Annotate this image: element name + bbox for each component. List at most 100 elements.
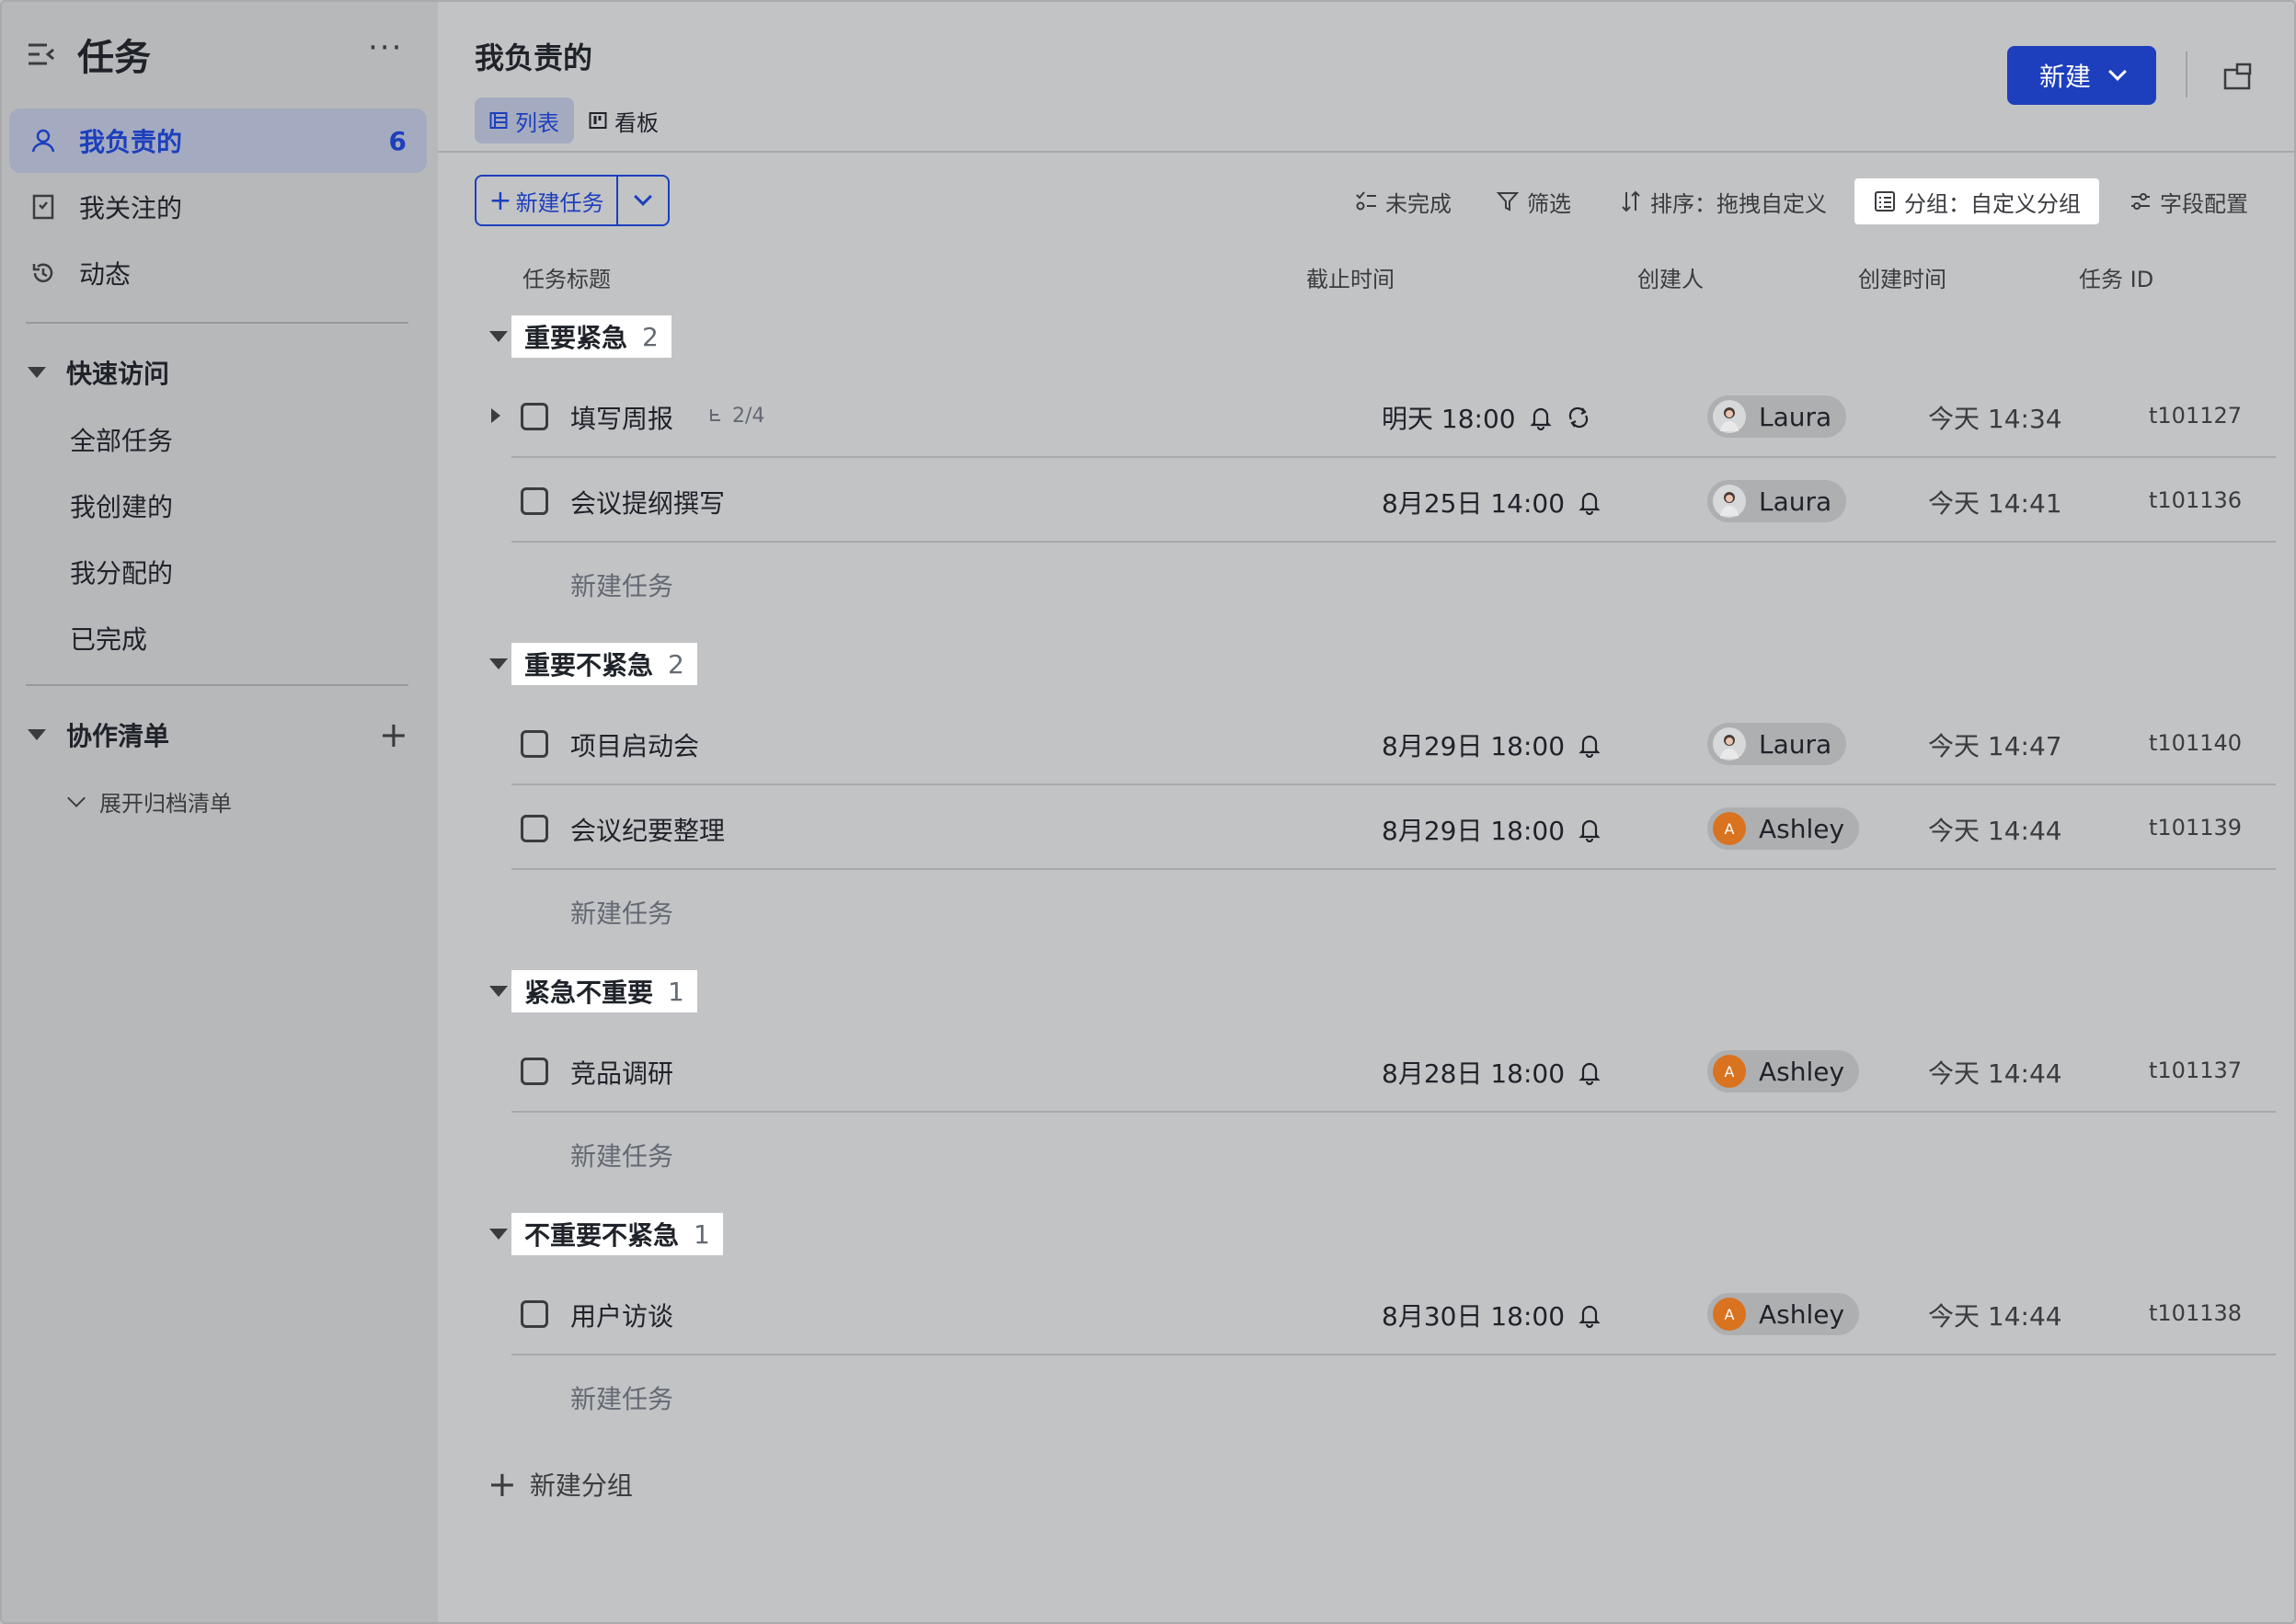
reminder-bell-icon	[1578, 492, 1601, 515]
creator-chip[interactable]: Laura	[1707, 723, 1847, 765]
task-checkbox[interactable]	[521, 1058, 548, 1085]
group-header[interactable]: 重要紧急 2	[438, 315, 1174, 358]
task-checkbox[interactable]	[521, 815, 548, 842]
group-count: 2	[668, 648, 684, 680]
task-checkbox[interactable]	[521, 730, 548, 758]
due-date[interactable]: 明天 18:00	[1382, 399, 1591, 436]
repeat-icon	[1568, 406, 1588, 429]
creator-chip[interactable]: A Ashley	[1707, 807, 1860, 850]
expand-subtasks-icon[interactable]	[491, 408, 500, 423]
sidebar-item-activity[interactable]: 动态	[9, 241, 427, 305]
task-title[interactable]: 用户访谈	[570, 1297, 673, 1333]
table-row[interactable]: 填写周报 2/4 明天 18:00 Laura 今天 14:34 t101127	[491, 373, 2294, 458]
creator-chip[interactable]: A Ashley	[1707, 1293, 1860, 1335]
created-time: 今天 14:44	[1928, 816, 2062, 846]
field-config-button[interactable]: 字段配置	[2129, 178, 2248, 224]
task-title[interactable]: 会议提纲撰写	[570, 484, 725, 520]
avatar	[1713, 400, 1746, 433]
task-checkbox[interactable]	[521, 1300, 548, 1328]
subtask-progress: 2/4	[708, 405, 764, 428]
creator-chip[interactable]: A Ashley	[1707, 1050, 1860, 1092]
collab-list-section-toggle[interactable]: 协作清单	[28, 712, 169, 758]
add-list-button[interactable]: +	[379, 717, 408, 752]
quick-access-section-toggle[interactable]: 快速访问	[28, 349, 169, 395]
due-date[interactable]: 8月25日 14:00	[1382, 484, 1601, 520]
caret-down-icon	[489, 986, 508, 997]
header-divider	[2186, 51, 2187, 97]
sort-button[interactable]: 排序：拖拽自定义	[1619, 178, 1827, 224]
task-checkbox[interactable]	[521, 403, 548, 430]
task-id: t101140	[2149, 730, 2243, 756]
task-title[interactable]: 项目启动会	[570, 726, 699, 763]
app-window: 任务 ··· 我负责的 6 我关注的 动态 快速访问 全部任务 我创建的 我分配…	[0, 0, 2296, 1624]
avatar: A	[1713, 1055, 1746, 1088]
new-task-button[interactable]: + 新建任务	[476, 177, 618, 224]
task-title[interactable]: 会议纪要整理	[570, 811, 725, 848]
due-date[interactable]: 8月28日 18:00	[1382, 1054, 1601, 1091]
new-task-split-button: + 新建任务	[475, 175, 670, 226]
task-checkbox[interactable]	[521, 487, 548, 515]
task-title[interactable]: 填写周报	[570, 399, 673, 436]
new-task-inline-button[interactable]: 新建任务	[570, 894, 673, 931]
more-options-icon[interactable]: ···	[368, 29, 403, 66]
sidebar-item-following[interactable]: 我关注的	[9, 175, 427, 239]
due-date-text: 8月28日 18:00	[1382, 1058, 1566, 1089]
group-header[interactable]: 紧急不重要 1	[438, 970, 1174, 1012]
task-id: t101138	[2149, 1300, 2243, 1326]
creator-chip[interactable]: Laura	[1707, 395, 1847, 438]
group-header[interactable]: 重要不紧急 2	[438, 643, 1174, 685]
new-task-inline-button[interactable]: 新建任务	[570, 1137, 673, 1173]
group-name: 紧急不重要	[524, 978, 654, 1008]
expand-archived-lists[interactable]: 展开归档清单	[67, 785, 232, 818]
avatar: A	[1713, 812, 1746, 845]
creator-name: Ashley	[1759, 1298, 1845, 1330]
tab-list[interactable]: 列表	[475, 97, 574, 143]
column-header-created[interactable]: 创建时间	[1858, 261, 1946, 293]
sidebar-item-completed[interactable]: 已完成	[70, 620, 147, 657]
group-count: 2	[642, 321, 659, 352]
table-row[interactable]: 用户访谈 8月30日 18:00 A Ashley 今天 14:44 t1011…	[511, 1271, 2294, 1355]
sidebar-item-assigned-by-me[interactable]: 我分配的	[70, 554, 173, 590]
filter-button[interactable]: 筛选	[1496, 178, 1571, 224]
reminder-bell-icon	[1578, 735, 1601, 758]
open-in-new-window-icon[interactable]	[2222, 61, 2254, 92]
filter-icon	[1496, 192, 1520, 212]
new-group-button[interactable]: + 新建分组	[488, 1466, 633, 1503]
due-date[interactable]: 8月29日 18:00	[1382, 811, 1601, 848]
group-label: 重要不紧急 2	[511, 643, 697, 685]
tab-board[interactable]: 看板	[574, 97, 673, 143]
new-task-dropdown[interactable]	[618, 177, 668, 224]
sidebar-item-created-by-me[interactable]: 我创建的	[70, 487, 173, 524]
new-button-label: 新建	[2038, 62, 2091, 92]
view-tabs: 列表 看板	[475, 97, 673, 143]
new-task-inline-button[interactable]: 新建任务	[570, 1379, 673, 1416]
incomplete-filter-button[interactable]: 未完成	[1354, 178, 1452, 224]
new-button[interactable]: 新建	[2007, 46, 2156, 105]
reminder-bell-icon	[1529, 407, 1552, 430]
column-header-creator[interactable]: 创建人	[1637, 261, 1704, 293]
table-row[interactable]: 竞品调研 8月28日 18:00 A Ashley 今天 14:44 t1011…	[511, 1028, 2294, 1113]
table-row[interactable]: 项目启动会 8月29日 18:00 Laura 今天 14:47 t101140	[511, 701, 2294, 785]
row-divider	[511, 541, 2276, 543]
table-row[interactable]: 会议纪要整理 8月29日 18:00 A Ashley 今天 14:44 t10…	[511, 785, 2294, 870]
group-count: 1	[668, 976, 684, 1007]
group-by-button[interactable]: 分组：自定义分组	[1854, 178, 2099, 224]
column-header-due[interactable]: 截止时间	[1306, 261, 1395, 293]
creator-chip[interactable]: Laura	[1707, 480, 1847, 522]
sidebar-item-my-responsible[interactable]: 我负责的 6	[9, 109, 427, 173]
group-header[interactable]: 不重要不紧急 1	[438, 1213, 1174, 1255]
due-date[interactable]: 8月30日 18:00	[1382, 1297, 1601, 1333]
table-row[interactable]: 会议提纲撰写 8月25日 14:00 Laura 今天 14:41 t10113…	[511, 458, 2294, 543]
section-title: 快速访问	[66, 359, 170, 389]
task-title[interactable]: 竞品调研	[570, 1054, 673, 1091]
tool-label: 分组：自定义分组	[1904, 190, 2081, 217]
plus-icon: +	[488, 184, 512, 217]
bookmark-icon	[28, 191, 59, 223]
new-task-label: 新建任务	[515, 189, 604, 216]
due-date[interactable]: 8月29日 18:00	[1382, 726, 1601, 763]
new-task-inline-button[interactable]: 新建任务	[570, 566, 673, 603]
column-header-task-id[interactable]: 任务 ID	[2079, 261, 2153, 293]
collapse-sidebar-icon[interactable]	[26, 39, 57, 70]
sidebar-item-all-tasks[interactable]: 全部任务	[70, 421, 173, 458]
column-header-title: 任务标题	[522, 267, 611, 292]
